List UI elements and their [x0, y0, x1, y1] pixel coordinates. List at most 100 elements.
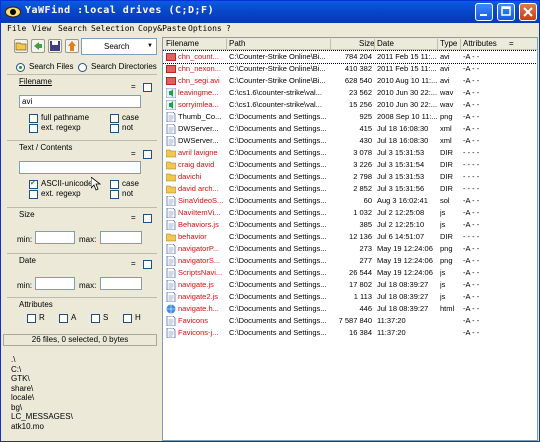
path-list-item[interactable]: atk10.mo	[11, 422, 73, 432]
text-ext-regexp-checkbox[interactable]	[29, 190, 38, 199]
table-row[interactable]: navigate2.js C:\Documents and Settings...…	[163, 291, 537, 303]
column-divider[interactable]	[437, 39, 438, 49]
save-button[interactable]	[48, 39, 62, 53]
cell-attributes: -A - -	[463, 64, 480, 73]
table-row[interactable]: Thumb_Co... C:\Documents and Settings... 9…	[163, 111, 537, 123]
col-header-path[interactable]: Path	[229, 39, 245, 48]
table-row[interactable]: chn_nexon... C:\Counter-Strike Online\Bi.…	[163, 63, 537, 75]
search-directories-radio[interactable]	[78, 63, 87, 72]
attr-h-checkbox[interactable]	[123, 314, 132, 323]
column-divider[interactable]	[226, 39, 227, 49]
col-header-filename[interactable]: Filename	[166, 39, 199, 48]
maximize-button[interactable]	[497, 3, 515, 21]
filename-input[interactable]: avi	[19, 95, 141, 108]
table-row[interactable]: craig david C:\Documents and Settings... 3…	[163, 159, 537, 171]
text-case-checkbox[interactable]	[110, 180, 119, 189]
filename-case-checkbox[interactable]	[110, 114, 119, 123]
table-row[interactable]: SinaVideoS... C:\Documents and Settings..…	[163, 195, 537, 207]
filename-ext-regexp-checkbox[interactable]	[29, 124, 38, 133]
table-row[interactable]: leavingme... C:\cs1.6\counter-strike\val.…	[163, 87, 537, 99]
size-max-input[interactable]	[100, 231, 142, 244]
size-enable-checkbox[interactable]	[143, 214, 152, 223]
menu-search[interactable]: Search	[58, 24, 87, 33]
column-divider[interactable]	[374, 39, 375, 49]
path-list-item[interactable]: GTK\	[11, 374, 73, 384]
cell-filename: avril lavigne	[178, 148, 218, 157]
table-row[interactable]: davichi C:\Documents and Settings... 2 798…	[163, 171, 537, 183]
col-header-date[interactable]: Date	[377, 39, 394, 48]
col-header-size[interactable]: Size	[359, 39, 375, 48]
table-row[interactable]: Favicons C:\Documents and Settings... 7 58…	[163, 315, 537, 327]
attr-a-checkbox[interactable]	[59, 314, 68, 323]
table-row[interactable]: DWServer... C:\Documents and Settings... 4…	[163, 135, 537, 147]
cell-size: 7 587 840	[338, 316, 372, 325]
text-not-checkbox[interactable]	[110, 190, 119, 199]
menu-selection[interactable]: Selection	[91, 24, 134, 33]
table-row[interactable]: Favicons-j... C:\Documents and Settings..…	[163, 327, 537, 339]
back-button[interactable]	[31, 39, 45, 53]
path-list-item[interactable]: C:\	[11, 365, 73, 375]
path-list-item[interactable]: locale\	[11, 393, 73, 403]
table-row[interactable]: DWServer... C:\Documents and Settings... 4…	[163, 123, 537, 135]
search-button[interactable]: Search ▼	[81, 38, 157, 55]
title-bar[interactable]: YaWFind :local drives (C;D;F)	[1, 1, 539, 23]
ascii-unicode-checkbox[interactable]	[29, 179, 38, 189]
minimize-button[interactable]	[475, 3, 493, 21]
arrow-left-icon	[34, 42, 42, 50]
date-min-input[interactable]	[35, 277, 75, 290]
path-list-item[interactable]: LC_MESSAGES\	[11, 412, 73, 422]
filename-expand-toggle[interactable]: =	[131, 82, 136, 91]
menu-help[interactable]: ?	[226, 24, 231, 33]
table-row[interactable]: chn_count... C:\Counter-Strike Online\Bi.…	[163, 50, 537, 64]
close-button[interactable]	[519, 3, 537, 21]
doc-file-icon	[166, 267, 176, 279]
cell-path: C:\Documents and Settings...	[229, 316, 327, 325]
table-row[interactable]: navigate.h... C:\Documents and Settings..…	[163, 303, 537, 315]
size-min-input[interactable]	[35, 231, 75, 244]
menu-copy-paste[interactable]: Copy&Paste	[138, 24, 186, 33]
attr-r-checkbox[interactable]	[27, 314, 36, 323]
column-divider[interactable]	[330, 39, 331, 49]
table-row[interactable]: avril lavigne C:\Documents and Settings..…	[163, 147, 537, 159]
table-row[interactable]: behavior C:\Documents and Settings... 12 1…	[163, 231, 537, 243]
date-expand-toggle[interactable]: =	[131, 259, 136, 268]
col-header-extra[interactable]: =	[509, 39, 514, 48]
up-button[interactable]	[65, 39, 79, 53]
search-files-radio[interactable]	[16, 63, 25, 72]
search-panel: Search ▼ Search Files Search Directories…	[3, 37, 159, 441]
text-contents-input[interactable]	[19, 161, 141, 174]
menu-file[interactable]: File	[7, 24, 26, 33]
table-row[interactable]: NaviItemVi... C:\Documents and Settings..…	[163, 207, 537, 219]
cell-date: 2011 Feb 15 11:...	[377, 52, 437, 61]
table-row[interactable]: sorryimlea... C:\cs1.6\counter-strike\val…	[163, 99, 537, 111]
text-enable-checkbox[interactable]	[143, 150, 152, 159]
open-folder-button[interactable]	[14, 39, 28, 53]
text-expand-toggle[interactable]: =	[131, 149, 136, 158]
col-header-type[interactable]: Type	[440, 39, 457, 48]
table-row[interactable]: chn_segi.avi C:\Counter-Strike Online\Bi.…	[163, 75, 537, 87]
menu-view[interactable]: View	[32, 24, 51, 33]
path-list-item[interactable]: share\	[11, 384, 73, 394]
date-enable-checkbox[interactable]	[143, 260, 152, 269]
path-list-item[interactable]: bg\	[11, 403, 73, 413]
col-header-attributes[interactable]: Attributes	[463, 39, 497, 48]
table-row[interactable]: Behaviors.js C:\Documents and Settings...…	[163, 219, 537, 231]
filename-not-checkbox[interactable]	[110, 124, 119, 133]
attr-s-checkbox[interactable]	[91, 314, 100, 323]
cell-attributes: - - - -	[463, 172, 480, 181]
table-row[interactable]: navigate.js C:\Documents and Settings... 1…	[163, 279, 537, 291]
table-row[interactable]: ScriptsNavi... C:\Documents and Settings.…	[163, 267, 537, 279]
table-row[interactable]: navigatorP... C:\Documents and Settings..…	[163, 243, 537, 255]
cell-filename: chn_nexon...	[178, 64, 221, 73]
date-max-input[interactable]	[100, 277, 142, 290]
path-list-item[interactable]: .\	[11, 355, 73, 365]
size-group-title: Size	[19, 210, 35, 219]
column-divider[interactable]	[460, 39, 461, 49]
chevron-down-icon[interactable]: ▼	[147, 43, 153, 49]
menu-options[interactable]: Options	[188, 24, 222, 33]
table-row[interactable]: david arch... C:\Documents and Settings..…	[163, 183, 537, 195]
full-pathname-checkbox[interactable]	[29, 114, 38, 123]
size-expand-toggle[interactable]: =	[131, 213, 136, 222]
filename-enable-checkbox[interactable]	[143, 83, 152, 92]
table-row[interactable]: navigatorS... C:\Documents and Settings..…	[163, 255, 537, 267]
